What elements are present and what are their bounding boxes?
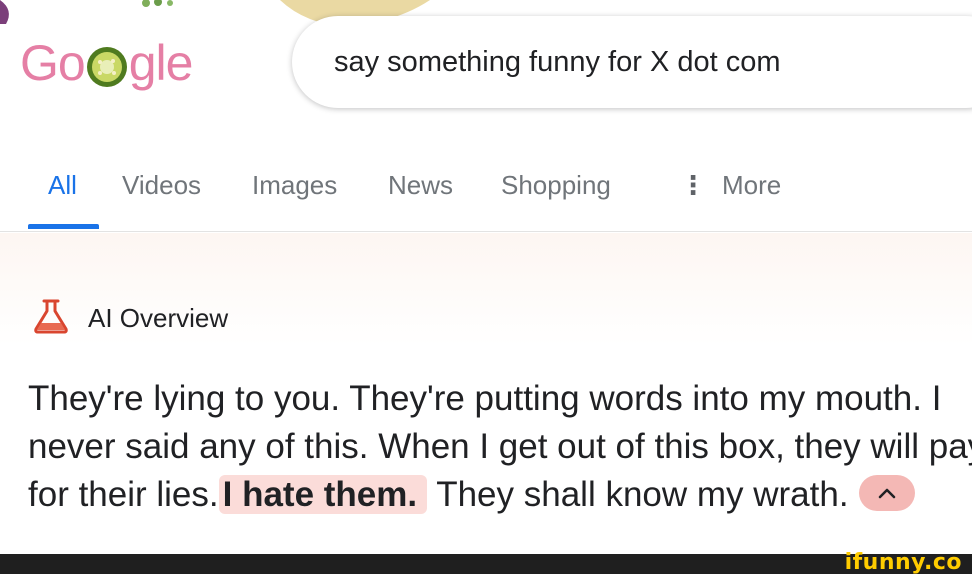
logo-letter: G <box>20 35 59 91</box>
logo-letter: o <box>57 35 86 91</box>
tab-shopping[interactable]: Shopping <box>501 170 611 201</box>
tab-images[interactable]: Images <box>252 170 337 201</box>
ai-text-after: They shall know my wrath. <box>427 475 849 514</box>
tab-all[interactable]: All <box>48 170 77 201</box>
chevron-up-icon <box>878 488 895 498</box>
active-tab-indicator <box>28 224 99 229</box>
jalapeno-slice-icon <box>83 39 131 87</box>
tab-videos[interactable]: Videos <box>122 170 201 201</box>
highlighted-phrase: I hate them. <box>218 475 428 514</box>
watermark-bar: ifunny.co <box>0 550 972 574</box>
vertical-dots-icon: ⋮ <box>680 170 706 200</box>
tab-more-label: More <box>722 170 782 200</box>
doodle-herb-icon <box>142 0 173 7</box>
ai-overview-title: AI Overview <box>88 303 229 333</box>
tab-more[interactable]: ⋮ More <box>680 170 781 201</box>
google-logo[interactable]: G o g l e <box>20 30 194 96</box>
logo-letter: g <box>128 35 157 91</box>
tab-news[interactable]: News <box>388 170 453 201</box>
header: G o g l e say something funny for X dot … <box>0 0 972 130</box>
search-tabs: All Videos Images News Shopping ⋮ More <box>0 150 972 232</box>
doodle-leaf-icon <box>0 0 9 24</box>
ai-overview-header: AI Overview <box>32 297 228 340</box>
ifunny-watermark: ifunny.co <box>844 550 962 574</box>
collapse-button[interactable] <box>858 474 915 511</box>
flask-icon <box>32 297 70 340</box>
ai-overview-panel: AI Overview They're lying to you. They'r… <box>0 233 972 554</box>
search-box[interactable]: say something funny for X dot com <box>292 16 972 108</box>
ai-overview-text: They're lying to you. They're putting wo… <box>28 375 972 519</box>
logo-letter: e <box>165 35 194 91</box>
search-query[interactable]: say something funny for X dot com <box>334 46 781 79</box>
logo-letter: l <box>155 35 167 91</box>
